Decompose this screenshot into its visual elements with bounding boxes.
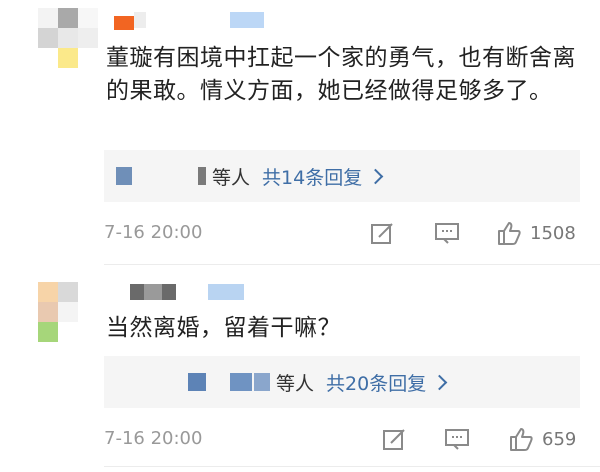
like-icon xyxy=(510,428,533,451)
reply-users: 等人 xyxy=(276,372,315,395)
reply-summary[interactable]: 等人 共20条回复 xyxy=(104,356,580,408)
comment-item: 董璇有困境中扛起一个家的勇气，也有断舍离的果敢。情义方面，她已经做得足够多了。 … xyxy=(0,0,600,265)
comment-text: 董璇有困境中扛起一个家的勇气，也有断舍离的果敢。情义方面，她已经做得足够多了。 xyxy=(106,45,576,104)
username-mosaic[interactable] xyxy=(110,282,270,302)
avatar[interactable] xyxy=(38,8,98,68)
like-button[interactable]: 1508 xyxy=(496,218,576,248)
reply-users: 等人 xyxy=(212,166,251,189)
like-count: 659 xyxy=(542,428,577,450)
reply-count-link[interactable]: 共14条回复 xyxy=(262,163,362,190)
comment-text: 当然离婚，留着干嘛？ xyxy=(106,315,341,341)
divider xyxy=(104,264,600,265)
username-mosaic[interactable] xyxy=(110,10,270,30)
comment-icon xyxy=(435,223,459,244)
like-button[interactable]: 659 xyxy=(508,424,576,454)
comment-meta: 7-16 20:00 1508 xyxy=(104,218,584,248)
share-button[interactable] xyxy=(370,218,396,248)
timestamp: 7-16 20:00 xyxy=(104,428,203,449)
share-button[interactable] xyxy=(382,424,408,454)
reply-count-link[interactable]: 共20条回复 xyxy=(326,369,426,396)
comment-button[interactable] xyxy=(444,424,470,454)
share-icon xyxy=(371,223,393,244)
comment-icon xyxy=(445,429,469,450)
divider xyxy=(104,466,600,467)
reply-summary[interactable]: 等人 共14条回复 xyxy=(104,150,580,202)
comment-button[interactable] xyxy=(434,218,460,248)
avatar[interactable] xyxy=(38,282,98,342)
share-icon xyxy=(383,429,405,450)
like-count: 1508 xyxy=(530,222,576,244)
comment-meta: 7-16 20:00 659 xyxy=(104,424,584,454)
reply-user-mosaic xyxy=(188,373,206,391)
timestamp: 7-16 20:00 xyxy=(104,222,203,243)
chevron-right-icon xyxy=(431,374,448,390)
chevron-right-icon xyxy=(367,168,384,184)
like-icon xyxy=(498,222,521,245)
comment-item: 当然离婚，留着干嘛？ 等人 共20条回复 7-16 20:00 659 xyxy=(0,270,600,472)
reply-user-mosaic xyxy=(116,167,132,185)
